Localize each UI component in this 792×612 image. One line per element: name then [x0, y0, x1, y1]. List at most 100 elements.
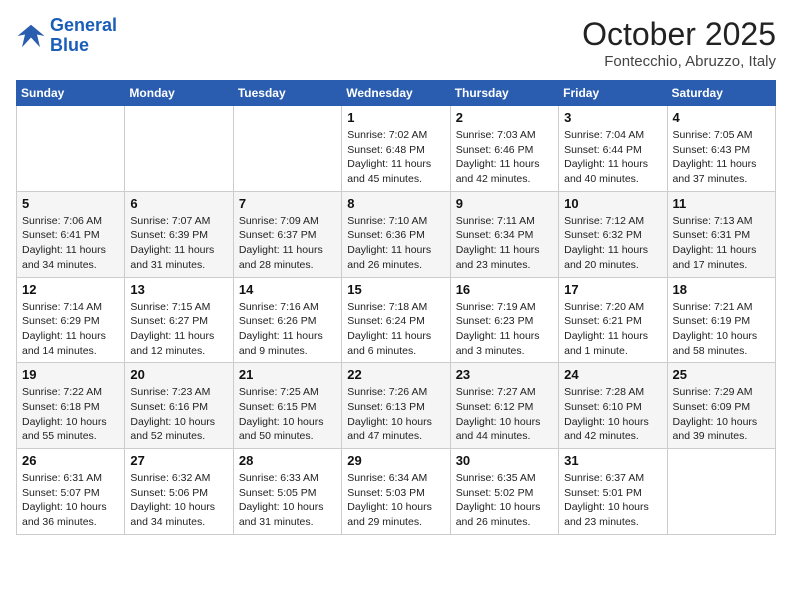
page-header: General Blue October 2025 Fontecchio, Ab…: [16, 16, 776, 70]
day-number: 12: [22, 282, 119, 297]
calendar-cell: 6 Sunrise: 7:07 AMSunset: 6:39 PMDaylight…: [125, 191, 233, 277]
weekday-header-sunday: Sunday: [17, 81, 125, 106]
weekday-header-thursday: Thursday: [450, 81, 558, 106]
day-detail: Sunrise: 7:15 AMSunset: 6:27 PMDaylight:…: [130, 300, 227, 359]
day-detail: Sunrise: 6:31 AMSunset: 5:07 PMDaylight:…: [22, 471, 119, 530]
day-number: 6: [130, 196, 227, 211]
day-detail: Sunrise: 7:28 AMSunset: 6:10 PMDaylight:…: [564, 385, 661, 444]
day-number: 4: [673, 110, 770, 125]
day-number: 30: [456, 453, 553, 468]
day-detail: Sunrise: 7:02 AMSunset: 6:48 PMDaylight:…: [347, 128, 444, 187]
logo-text: General Blue: [50, 16, 117, 56]
day-number: 17: [564, 282, 661, 297]
day-detail: Sunrise: 6:33 AMSunset: 5:05 PMDaylight:…: [239, 471, 336, 530]
title-block: October 2025 Fontecchio, Abruzzo, Italy: [582, 16, 776, 70]
calendar-cell: 11 Sunrise: 7:13 AMSunset: 6:31 PMDayligh…: [667, 191, 775, 277]
day-detail: Sunrise: 6:32 AMSunset: 5:06 PMDaylight:…: [130, 471, 227, 530]
day-detail: Sunrise: 7:07 AMSunset: 6:39 PMDaylight:…: [130, 214, 227, 273]
calendar-cell: 3Sunrise: 7:04 AMSunset: 6:44 PMDaylight…: [559, 106, 667, 192]
day-number: 7: [239, 196, 336, 211]
day-number: 5: [22, 196, 119, 211]
calendar-cell: [667, 449, 775, 535]
day-detail: Sunrise: 7:22 AMSunset: 6:18 PMDaylight:…: [22, 385, 119, 444]
calendar-cell: 12 Sunrise: 7:14 AMSunset: 6:29 PMDayligh…: [17, 277, 125, 363]
day-detail: Sunrise: 6:34 AMSunset: 5:03 PMDaylight:…: [347, 471, 444, 530]
day-number: 1: [347, 110, 444, 125]
day-detail: Sunrise: 7:09 AMSunset: 6:37 PMDaylight:…: [239, 214, 336, 273]
logo-blue: Blue: [50, 35, 89, 55]
day-number: 2: [456, 110, 553, 125]
calendar-cell: [125, 106, 233, 192]
calendar-cell: [17, 106, 125, 192]
calendar-cell: 13 Sunrise: 7:15 AMSunset: 6:27 PMDayligh…: [125, 277, 233, 363]
week-row-0: 1 Sunrise: 7:02 AMSunset: 6:48 PMDaylight…: [17, 106, 776, 192]
day-detail: Sunrise: 7:21 AMSunset: 6:19 PMDaylight:…: [673, 300, 770, 359]
day-detail: Sunrise: 7:20 AMSunset: 6:21 PMDaylight:…: [564, 300, 661, 359]
day-number: 22: [347, 367, 444, 382]
day-detail: Sunrise: 7:03 AMSunset: 6:46 PMDaylight:…: [456, 128, 553, 187]
day-number: 31: [564, 453, 661, 468]
calendar-cell: 8 Sunrise: 7:10 AMSunset: 6:36 PMDaylight…: [342, 191, 450, 277]
day-detail: Sunrise: 7:25 AMSunset: 6:15 PMDaylight:…: [239, 385, 336, 444]
calendar-cell: 29 Sunrise: 6:34 AMSunset: 5:03 PMDayligh…: [342, 449, 450, 535]
day-number: 23: [456, 367, 553, 382]
calendar-cell: 5 Sunrise: 7:06 AMSunset: 6:41 PMDaylight…: [17, 191, 125, 277]
calendar-cell: 21Sunrise: 7:25 AMSunset: 6:15 PMDayligh…: [233, 363, 341, 449]
month-title: October 2025: [582, 16, 776, 53]
calendar-cell: 7 Sunrise: 7:09 AMSunset: 6:37 PMDaylight…: [233, 191, 341, 277]
calendar-cell: 22Sunrise: 7:26 AMSunset: 6:13 PMDayligh…: [342, 363, 450, 449]
day-detail: Sunrise: 7:27 AMSunset: 6:12 PMDaylight:…: [456, 385, 553, 444]
day-detail: Sunrise: 7:23 AMSunset: 6:16 PMDaylight:…: [130, 385, 227, 444]
logo: General Blue: [16, 16, 117, 56]
calendar-cell: 10 Sunrise: 7:12 AMSunset: 6:32 PMDayligh…: [559, 191, 667, 277]
calendar-cell: 2 Sunrise: 7:03 AMSunset: 6:46 PMDaylight…: [450, 106, 558, 192]
day-detail: Sunrise: 7:19 AMSunset: 6:23 PMDaylight:…: [456, 300, 553, 359]
day-number: 27: [130, 453, 227, 468]
calendar-cell: 4Sunrise: 7:05 AMSunset: 6:43 PMDaylight…: [667, 106, 775, 192]
day-number: 18: [673, 282, 770, 297]
day-detail: Sunrise: 7:14 AMSunset: 6:29 PMDaylight:…: [22, 300, 119, 359]
week-row-2: 12 Sunrise: 7:14 AMSunset: 6:29 PMDayligh…: [17, 277, 776, 363]
day-detail: Sunrise: 7:18 AMSunset: 6:24 PMDaylight:…: [347, 300, 444, 359]
day-number: 16: [456, 282, 553, 297]
day-detail: Sunrise: 7:29 AMSunset: 6:09 PMDaylight:…: [673, 385, 770, 444]
week-row-4: 26 Sunrise: 6:31 AMSunset: 5:07 PMDayligh…: [17, 449, 776, 535]
calendar-cell: 1 Sunrise: 7:02 AMSunset: 6:48 PMDaylight…: [342, 106, 450, 192]
day-detail: Sunrise: 7:16 AMSunset: 6:26 PMDaylight:…: [239, 300, 336, 359]
calendar-cell: 17 Sunrise: 7:20 AMSunset: 6:21 PMDayligh…: [559, 277, 667, 363]
logo-icon: [16, 21, 46, 51]
day-number: 11: [673, 196, 770, 211]
calendar-cell: 30 Sunrise: 6:35 AMSunset: 5:02 PMDayligh…: [450, 449, 558, 535]
day-number: 9: [456, 196, 553, 211]
day-detail: Sunrise: 7:12 AMSunset: 6:32 PMDaylight:…: [564, 214, 661, 273]
day-detail: Sunrise: 7:10 AMSunset: 6:36 PMDaylight:…: [347, 214, 444, 273]
calendar-cell: 9 Sunrise: 7:11 AMSunset: 6:34 PMDaylight…: [450, 191, 558, 277]
calendar-cell: 24 Sunrise: 7:28 AMSunset: 6:10 PMDayligh…: [559, 363, 667, 449]
day-detail: Sunrise: 7:13 AMSunset: 6:31 PMDaylight:…: [673, 214, 770, 273]
day-detail: Sunrise: 7:11 AMSunset: 6:34 PMDaylight:…: [456, 214, 553, 273]
day-number: 14: [239, 282, 336, 297]
day-number: 26: [22, 453, 119, 468]
calendar-cell: 16 Sunrise: 7:19 AMSunset: 6:23 PMDayligh…: [450, 277, 558, 363]
calendar-cell: 14 Sunrise: 7:16 AMSunset: 6:26 PMDayligh…: [233, 277, 341, 363]
day-number: 29: [347, 453, 444, 468]
day-number: 24: [564, 367, 661, 382]
day-number: 15: [347, 282, 444, 297]
day-number: 10: [564, 196, 661, 211]
week-row-3: 19 Sunrise: 7:22 AMSunset: 6:18 PMDayligh…: [17, 363, 776, 449]
day-number: 19: [22, 367, 119, 382]
day-detail: Sunrise: 7:06 AMSunset: 6:41 PMDaylight:…: [22, 214, 119, 273]
calendar-cell: 20Sunrise: 7:23 AMSunset: 6:16 PMDayligh…: [125, 363, 233, 449]
day-number: 8: [347, 196, 444, 211]
calendar-cell: 27 Sunrise: 6:32 AMSunset: 5:06 PMDayligh…: [125, 449, 233, 535]
calendar-cell: 26 Sunrise: 6:31 AMSunset: 5:07 PMDayligh…: [17, 449, 125, 535]
calendar-cell: 18 Sunrise: 7:21 AMSunset: 6:19 PMDayligh…: [667, 277, 775, 363]
weekday-header-row: SundayMondayTuesdayWednesdayThursdayFrid…: [17, 81, 776, 106]
week-row-1: 5 Sunrise: 7:06 AMSunset: 6:41 PMDaylight…: [17, 191, 776, 277]
day-number: 13: [130, 282, 227, 297]
weekday-header-saturday: Saturday: [667, 81, 775, 106]
logo-general: General: [50, 15, 117, 35]
day-detail: Sunrise: 6:35 AMSunset: 5:02 PMDaylight:…: [456, 471, 553, 530]
weekday-header-wednesday: Wednesday: [342, 81, 450, 106]
calendar-cell: 19 Sunrise: 7:22 AMSunset: 6:18 PMDayligh…: [17, 363, 125, 449]
